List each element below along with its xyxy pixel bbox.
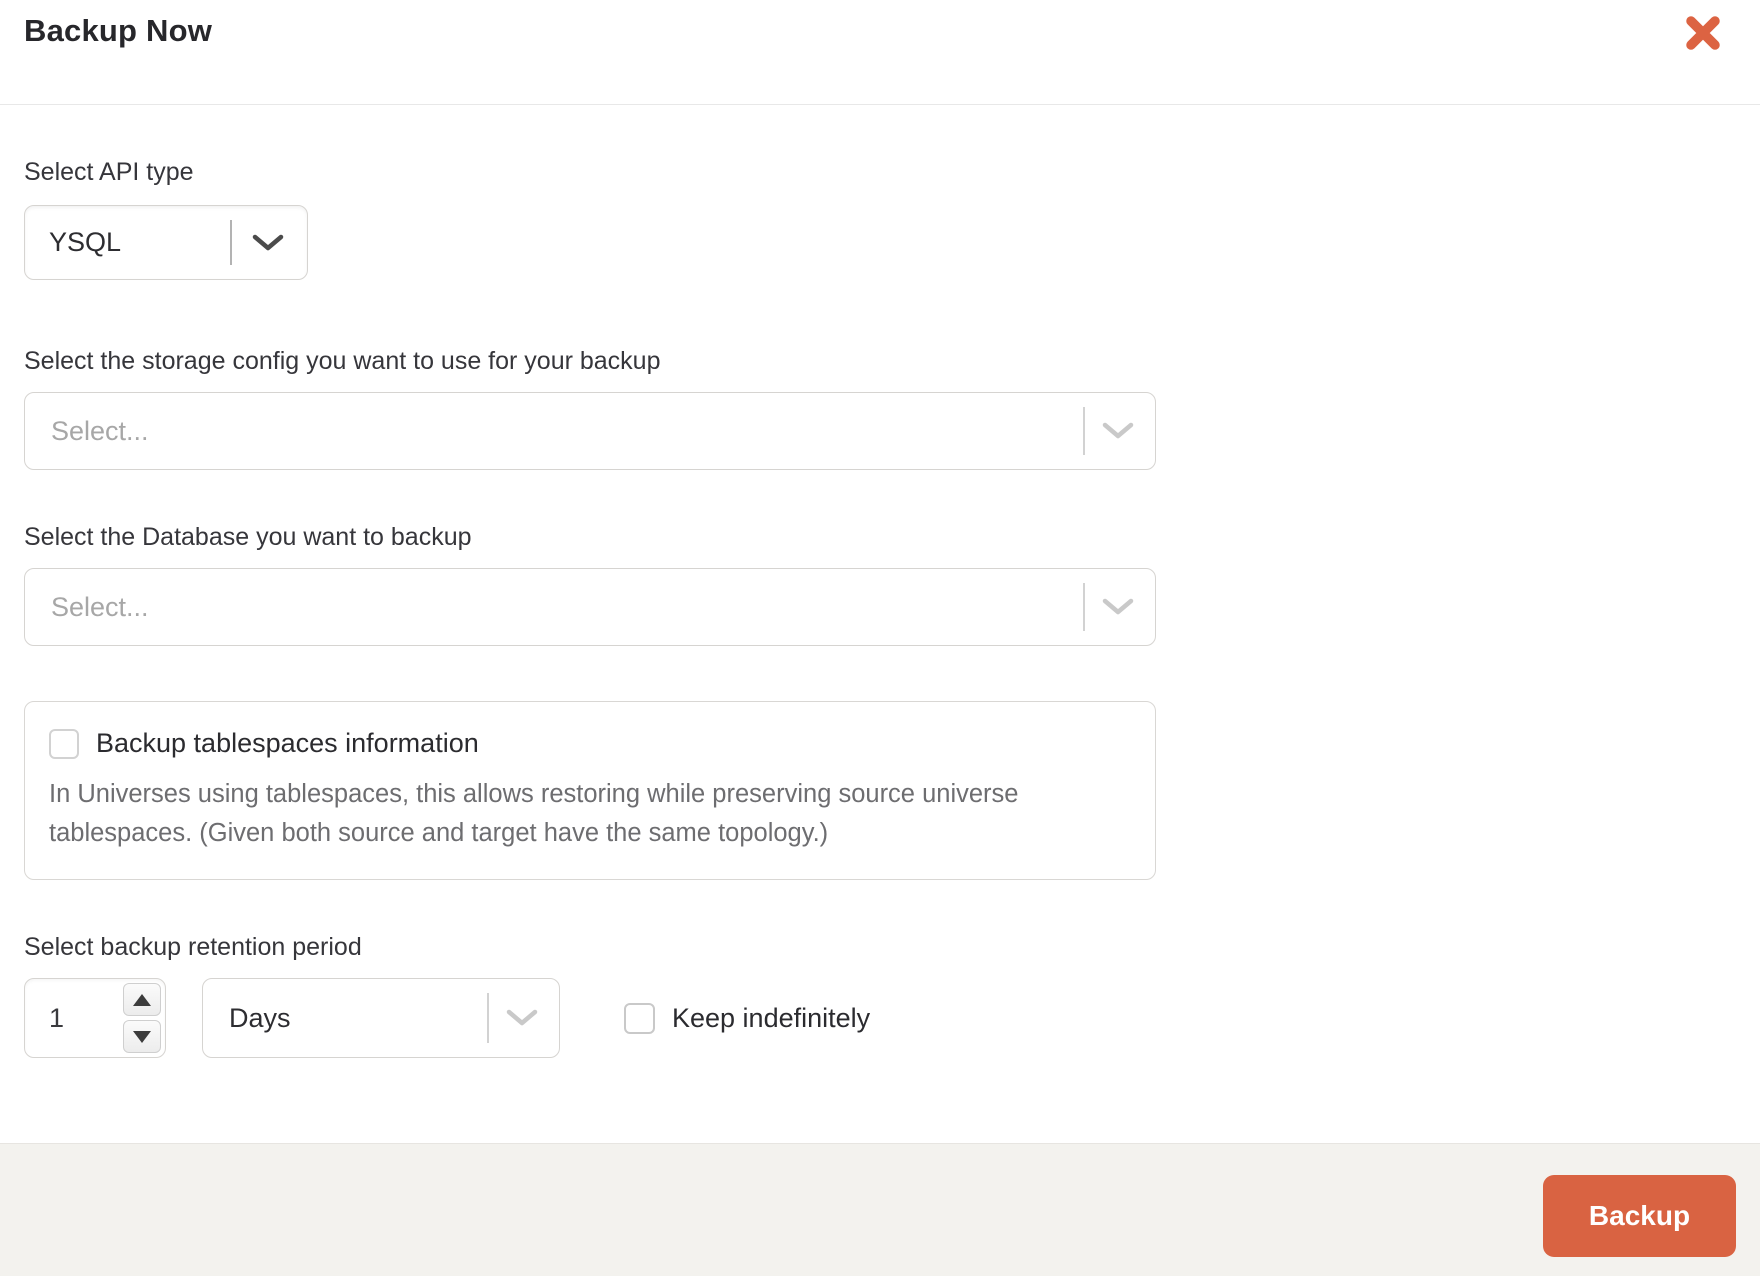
api-type-label: Select API type (24, 158, 194, 186)
database-select[interactable]: Select... (24, 568, 1156, 646)
tablespaces-checkbox-label: Backup tablespaces information (96, 728, 479, 758)
modal-footer: Backup (0, 1143, 1760, 1276)
modal-header: Backup Now (0, 0, 1760, 105)
keep-indefinitely-checkbox[interactable] (624, 1002, 655, 1034)
keep-indefinitely-label: Keep indefinitely (672, 1002, 871, 1033)
select-divider (487, 993, 489, 1043)
retention-value-input[interactable] (25, 979, 117, 1057)
keep-indefinitely-row[interactable]: Keep indefinitely (624, 1002, 871, 1034)
backup-now-modal: Backup Now Select API type YSQL Select t… (0, 0, 1760, 1276)
tablespaces-check-row[interactable]: Backup tablespaces information (49, 728, 1131, 759)
close-icon (1685, 15, 1721, 54)
modal-body: Select API type YSQL Select the storage … (0, 105, 1760, 1143)
database-label: Select the Database you want to backup (24, 523, 472, 551)
storage-config-placeholder: Select... (51, 415, 149, 446)
tablespaces-description: In Universes using tablespaces, this all… (49, 780, 1019, 847)
select-divider (1083, 583, 1085, 631)
api-type-value: YSQL (49, 227, 122, 257)
select-divider (230, 220, 232, 265)
spinner-down-button[interactable] (123, 1020, 161, 1053)
select-divider (1083, 407, 1085, 455)
retention-row: Days Keep indefinitely (24, 978, 1736, 1058)
retention-unit-value: Days (229, 1002, 291, 1033)
database-placeholder: Select... (51, 591, 149, 622)
api-type-select[interactable]: YSQL (24, 205, 308, 280)
close-button[interactable] (1682, 13, 1724, 55)
backup-button[interactable]: Backup (1543, 1175, 1736, 1257)
chevron-down-icon (1101, 568, 1135, 646)
retention-value-input-wrap (24, 978, 166, 1058)
tablespaces-info-box: Backup tablespaces information In Univer… (24, 701, 1156, 880)
storage-config-select[interactable]: Select... (24, 392, 1156, 470)
triangle-down-icon (133, 1030, 151, 1043)
storage-config-label: Select the storage config you want to us… (24, 347, 661, 375)
tablespaces-checkbox[interactable] (49, 728, 79, 759)
retention-spinner (123, 983, 161, 1053)
spinner-up-button[interactable] (123, 983, 161, 1016)
chevron-down-icon (505, 978, 539, 1058)
retention-label: Select backup retention period (24, 933, 362, 961)
chevron-down-icon (251, 205, 285, 280)
triangle-up-icon (133, 993, 151, 1006)
chevron-down-icon (1101, 392, 1135, 470)
retention-unit-select[interactable]: Days (202, 978, 560, 1058)
modal-title: Backup Now (24, 13, 213, 48)
